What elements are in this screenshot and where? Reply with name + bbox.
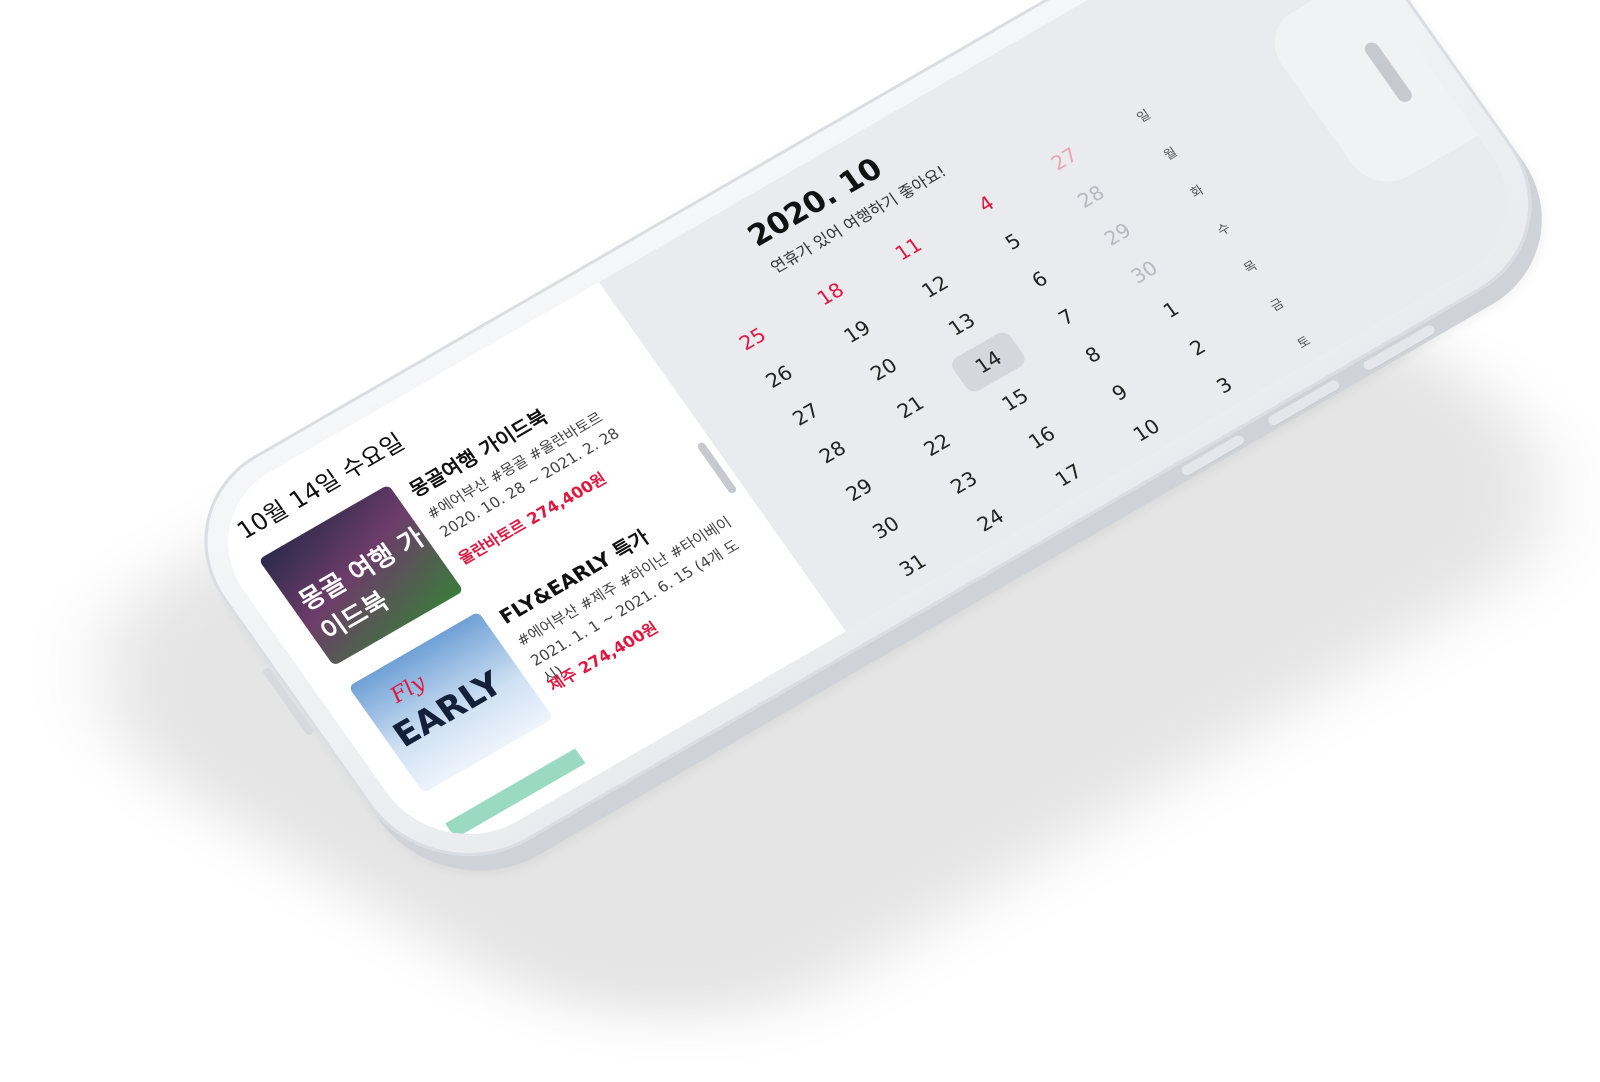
scene: 10월 14일 수요일 몽골 여행 가이드북 몽골여행 가이드북 #에어부산 #… [0,0,1600,1082]
thumbnail-text: 몽골 여행 가이드북 [293,523,431,648]
